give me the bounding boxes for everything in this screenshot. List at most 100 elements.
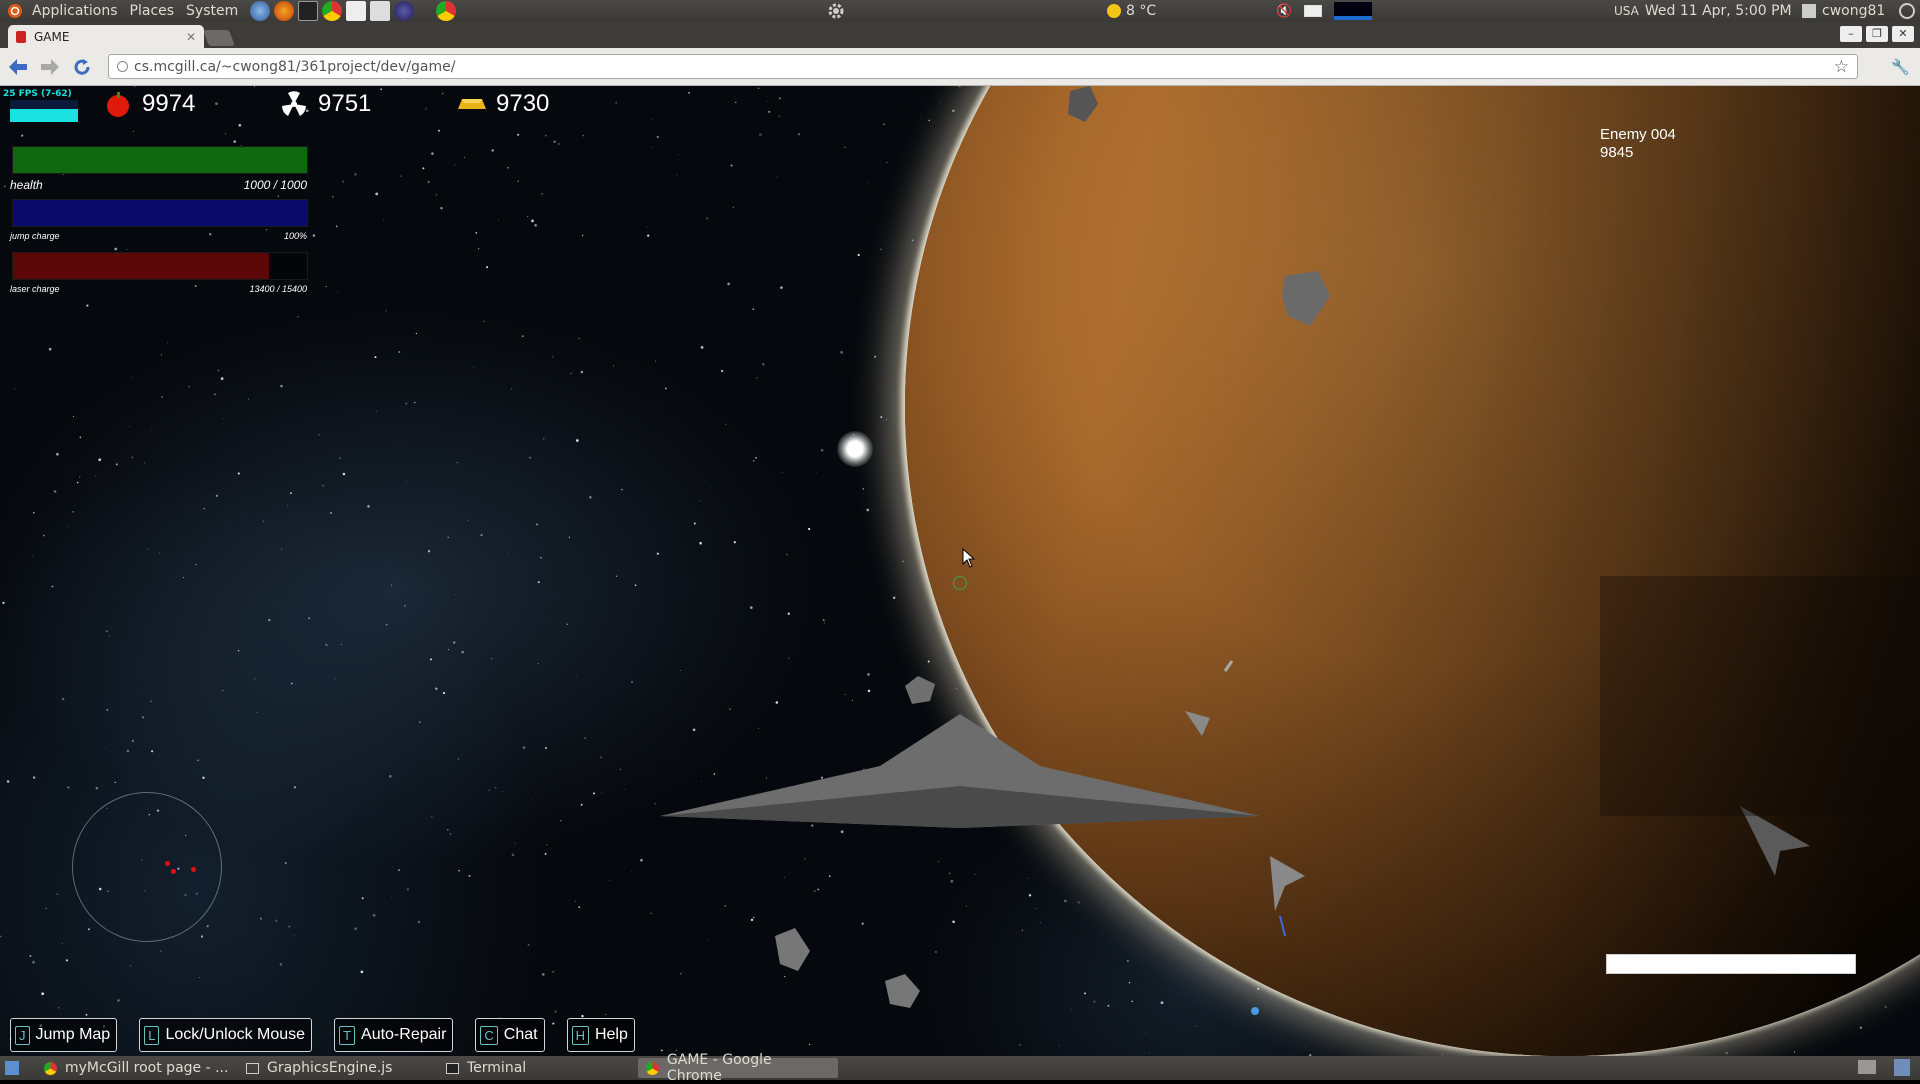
auto-repair-button[interactable]: TAuto-Repair [334, 1018, 453, 1052]
window-close-icon[interactable]: ✕ [1892, 26, 1914, 42]
radiation-icon [280, 90, 308, 118]
resource-gold: 9730 [458, 90, 549, 118]
button-label: Lock/Unlock Mouse [165, 1026, 305, 1044]
asteroid [905, 676, 935, 704]
wrench-icon[interactable]: 🔧 [1891, 58, 1910, 76]
back-icon[interactable] [4, 53, 32, 81]
user-icon [1802, 4, 1816, 18]
menu-places[interactable]: Places [124, 0, 181, 22]
button-label: Chat [504, 1026, 538, 1044]
keyboard-layout[interactable]: USA [1614, 4, 1639, 18]
chat-button[interactable]: CChat [475, 1018, 544, 1052]
asteroid [885, 974, 920, 1008]
laser-shot [1280, 916, 1285, 936]
mouse-cursor-icon [962, 548, 976, 568]
task-mymcgill[interactable]: myMcGill root page - ... [36, 1058, 236, 1078]
lock-mouse-button[interactable]: L Lock/Unlock Mouse [139, 1018, 312, 1052]
hotkey: H [572, 1026, 589, 1045]
asteroid [1068, 86, 1098, 122]
task-game-chrome[interactable]: GAME - Google Chrome [638, 1058, 838, 1078]
target-name: Enemy 004 [1600, 126, 1676, 144]
show-desktop-icon[interactable] [5, 1061, 19, 1075]
laser-shot [1225, 661, 1232, 671]
maximize-icon[interactable]: ❐ [1866, 26, 1888, 42]
button-label: Help [595, 1026, 628, 1044]
minimize-icon[interactable]: – [1840, 26, 1862, 42]
menu-system[interactable]: System [180, 0, 244, 22]
radar-blip [191, 867, 196, 872]
bookmark-star-icon[interactable]: ☆ [1834, 57, 1849, 77]
gear-icon[interactable] [826, 1, 846, 21]
top-panel: Applications Places System 8 °C 🔇 USA We… [0, 0, 1920, 22]
bar-value: 1000 / 1000 [244, 178, 307, 192]
system-monitor-icon[interactable] [1334, 2, 1372, 20]
close-tab-icon[interactable]: ✕ [186, 30, 196, 44]
firefox-icon[interactable] [274, 1, 294, 21]
enemy-ship [1270, 856, 1305, 911]
weather-indicator[interactable]: 8 °C [1107, 0, 1156, 22]
button-label: Jump Map [36, 1026, 111, 1044]
help-button[interactable]: H Help [567, 1018, 635, 1052]
new-tab-button[interactable] [203, 30, 235, 46]
text-editor-icon[interactable] [346, 1, 366, 21]
trash-icon[interactable] [1894, 1059, 1910, 1076]
power-icon[interactable] [1899, 3, 1915, 19]
hotkey: J [15, 1026, 30, 1045]
address-bar[interactable]: cs.mcgill.ca/~cwong81/361project/dev/gam… [108, 54, 1858, 79]
eclipse-icon[interactable] [394, 1, 414, 21]
bar-fill [13, 147, 307, 173]
asteroid [1282, 271, 1330, 326]
health-bar [12, 146, 308, 174]
target-info: Enemy 004 9845 [1600, 126, 1676, 162]
bar-value: 100% [284, 231, 307, 241]
tab-title: GAME [34, 30, 178, 44]
laser-charge-bar [12, 252, 308, 280]
task-terminal[interactable]: Terminal [438, 1058, 534, 1078]
sun-icon [1107, 4, 1121, 18]
jump-charge-bar [12, 199, 308, 227]
tab-game[interactable]: GAME ✕ [8, 25, 204, 48]
player-ship-shade [660, 786, 1260, 828]
task-label: GraphicsEngine.js [267, 1060, 392, 1076]
forward-icon[interactable] [36, 53, 64, 81]
game-canvas[interactable]: 25 FPS (7-62) 9974 9751 9730 health1000 … [0, 86, 1920, 1056]
apple-icon [104, 90, 132, 118]
jump-map-button[interactable]: J Jump Map [10, 1018, 117, 1052]
weather-text: 8 °C [1126, 3, 1156, 19]
button-label: Auto-Repair [361, 1026, 446, 1044]
notes-icon[interactable] [370, 1, 390, 21]
help-browser-icon[interactable] [250, 1, 270, 21]
enemy-ship [1185, 711, 1210, 736]
bar-fill [13, 253, 269, 279]
workspace-switcher[interactable] [1858, 1060, 1876, 1074]
bar-fill [13, 200, 307, 226]
asteroid [775, 928, 810, 971]
volume-muted-icon[interactable]: 🔇 [1276, 4, 1292, 19]
taskbar: myMcGill root page - ... GraphicsEngine.… [0, 1056, 1920, 1080]
task-label: Terminal [467, 1060, 526, 1076]
user-name[interactable]: cwong81 [1822, 3, 1885, 19]
radar-blip [171, 869, 176, 874]
url-text[interactable]: cs.mcgill.ca/~cwong81/361project/dev/gam… [134, 59, 1828, 75]
page-info-icon[interactable] [117, 61, 128, 72]
editor-icon [246, 1063, 259, 1074]
resource-food: 9974 [104, 90, 195, 118]
chrome-launcher-icon[interactable] [322, 1, 342, 21]
terminal-icon [446, 1063, 459, 1074]
task-graphicsengine[interactable]: GraphicsEngine.js [238, 1058, 400, 1078]
task-label: GAME - Google Chrome [667, 1052, 830, 1084]
ubuntu-logo-icon[interactable] [4, 0, 26, 22]
browser-toolbar: cs.mcgill.ca/~cwong81/361project/dev/gam… [0, 48, 1920, 86]
target-panel [1600, 576, 1920, 816]
hotkey: L [144, 1026, 159, 1045]
mail-icon[interactable] [1304, 5, 1322, 17]
menu-applications[interactable]: Applications [26, 0, 124, 22]
gold-bar-icon [458, 94, 486, 114]
reload-icon[interactable] [68, 53, 96, 81]
gold-count: 9730 [496, 90, 549, 118]
chrome-icon [646, 1062, 659, 1075]
planet-marker [1251, 1007, 1259, 1015]
chrome-launcher-2-icon[interactable] [436, 1, 456, 21]
clock[interactable]: Wed 11 Apr, 5:00 PM [1645, 3, 1792, 19]
terminal-launcher-icon[interactable] [298, 1, 318, 21]
